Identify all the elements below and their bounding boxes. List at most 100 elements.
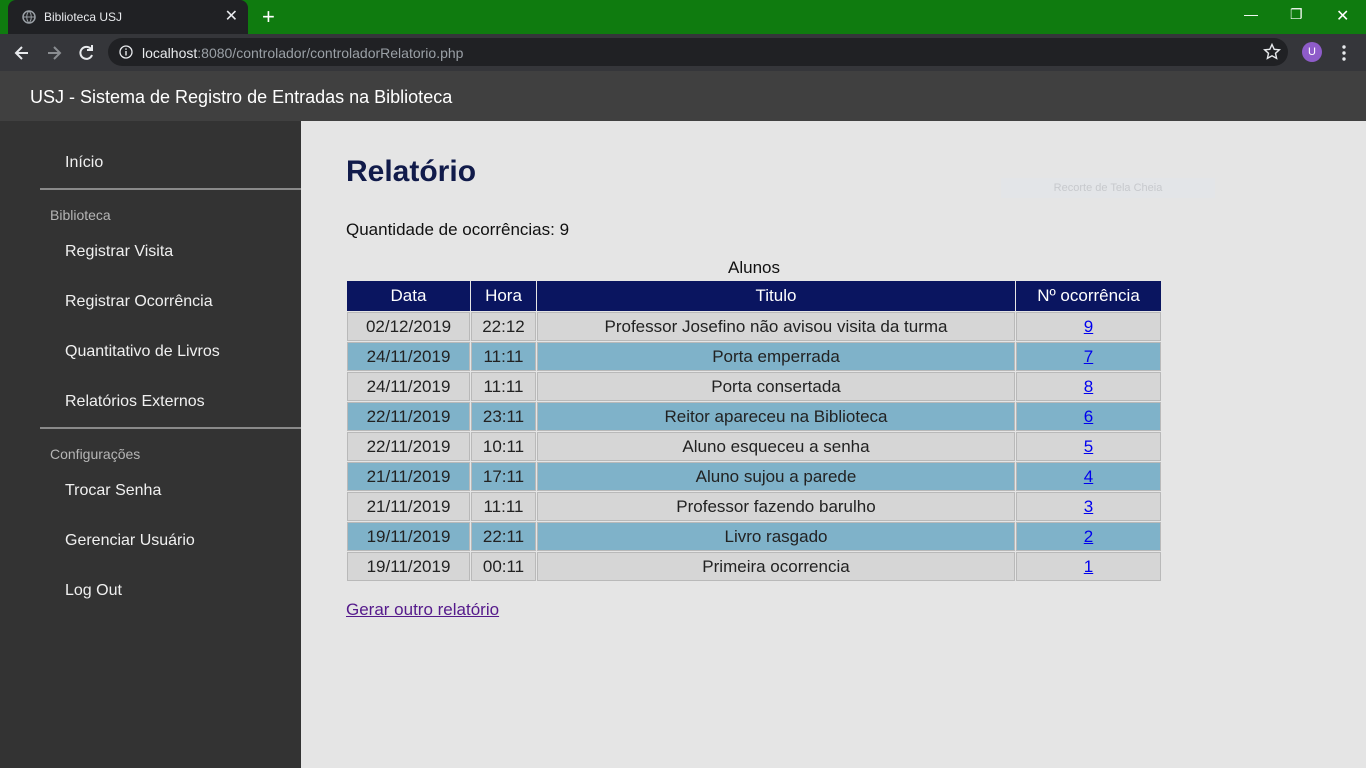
- cell-ocorrencia: 8: [1016, 372, 1161, 401]
- page-title: Relatório: [346, 155, 477, 188]
- cell-ocorrencia: 2: [1016, 522, 1161, 551]
- table-caption: Alunos: [728, 258, 780, 277]
- main-content: Relatório Recorte de Tela Cheia Quantida…: [301, 121, 1366, 768]
- cell-ocorrencia: 9: [1016, 312, 1161, 341]
- column-header-hora: Hora: [471, 281, 536, 311]
- url-text: localhost:8080/controlador/controladorRe…: [142, 45, 463, 61]
- sidebar-item-quantitativo-livros[interactable]: Quantitativo de Livros: [65, 343, 220, 361]
- cell-ocorrencia: 5: [1016, 432, 1161, 461]
- sidebar-divider: [40, 188, 301, 190]
- tab-title: Biblioteca USJ: [44, 10, 123, 24]
- cell-hora: 17:11: [471, 462, 536, 491]
- browser-tab[interactable]: Biblioteca USJ ✕: [8, 0, 248, 34]
- cell-titulo: Primeira ocorrencia: [537, 552, 1015, 581]
- avatar[interactable]: U: [1302, 42, 1322, 62]
- cell-hora: 00:11: [471, 552, 536, 581]
- cell-ocorrencia: 1: [1016, 552, 1161, 581]
- cell-titulo: Porta consertada: [537, 372, 1015, 401]
- url-path: :8080/controlador/controladorRelatorio.p…: [197, 45, 464, 61]
- cell-hora: 22:12: [471, 312, 536, 341]
- generate-other-report-link[interactable]: Gerar outro relatório: [346, 600, 499, 620]
- cell-ocorrencia: 6: [1016, 402, 1161, 431]
- table-header-row: Data Hora Titulo Nº ocorrência: [347, 281, 1161, 311]
- sidebar-item-logout[interactable]: Log Out: [65, 582, 122, 600]
- cell-titulo: Aluno esqueceu a senha: [537, 432, 1015, 461]
- cell-data: 21/11/2019: [347, 492, 470, 521]
- url-host: localhost: [142, 45, 198, 61]
- browser-tab-strip: Biblioteca USJ ✕ + — ❐ ✕: [0, 0, 1366, 34]
- kebab-menu-icon[interactable]: [1336, 43, 1352, 63]
- occurrence-link[interactable]: 6: [1084, 407, 1093, 426]
- sidebar: Início Biblioteca Registrar Visita Regis…: [0, 121, 301, 768]
- table-row: 21/11/2019 17:11 Aluno sujou a parede 4: [347, 462, 1161, 491]
- screen-clip-overlay[interactable]: Recorte de Tela Cheia: [1001, 178, 1215, 198]
- sidebar-item-registrar-ocorrencia[interactable]: Registrar Ocorrência: [65, 293, 213, 311]
- browser-toolbar: localhost:8080/controlador/controladorRe…: [0, 34, 1366, 71]
- cell-data: 22/11/2019: [347, 432, 470, 461]
- table-row: 22/11/2019 10:11 Aluno esqueceu a senha …: [347, 432, 1161, 461]
- star-icon[interactable]: [1263, 43, 1281, 61]
- occurrence-link[interactable]: 2: [1084, 527, 1093, 546]
- cell-data: 19/11/2019: [347, 522, 470, 551]
- cell-data: 22/11/2019: [347, 402, 470, 431]
- cell-data: 21/11/2019: [347, 462, 470, 491]
- cell-data: 02/12/2019: [347, 312, 470, 341]
- cell-hora: 23:11: [471, 402, 536, 431]
- cell-hora: 11:11: [471, 342, 536, 371]
- cell-data: 24/11/2019: [347, 342, 470, 371]
- sidebar-item-trocar-senha[interactable]: Trocar Senha: [65, 482, 161, 500]
- sidebar-section-biblioteca: Biblioteca: [50, 207, 111, 223]
- cell-titulo: Reitor apareceu na Biblioteca: [537, 402, 1015, 431]
- occurrence-link[interactable]: 7: [1084, 347, 1093, 366]
- occurrence-link[interactable]: 8: [1084, 377, 1093, 396]
- column-header-data: Data: [347, 281, 470, 311]
- table-row: 22/11/2019 23:11 Reitor apareceu na Bibl…: [347, 402, 1161, 431]
- sidebar-divider: [40, 427, 301, 429]
- reload-icon[interactable]: [76, 43, 96, 63]
- occurrence-link[interactable]: 1: [1084, 557, 1093, 576]
- minimize-icon[interactable]: —: [1244, 6, 1258, 22]
- occurrence-link[interactable]: 4: [1084, 467, 1093, 486]
- cell-data: 19/11/2019: [347, 552, 470, 581]
- occurrence-link[interactable]: 3: [1084, 497, 1093, 516]
- window-close-icon[interactable]: ✕: [1336, 6, 1349, 26]
- sidebar-item-gerenciar-usuario[interactable]: Gerenciar Usuário: [65, 532, 195, 550]
- cell-titulo: Porta emperrada: [537, 342, 1015, 371]
- table-row: 24/11/2019 11:11 Porta consertada 8: [347, 372, 1161, 401]
- sidebar-item-inicio[interactable]: Início: [65, 154, 103, 172]
- table-row: 02/12/2019 22:12 Professor Josefino não …: [347, 312, 1161, 341]
- back-arrow-icon[interactable]: [12, 43, 32, 63]
- sidebar-item-relatorios-externos[interactable]: Relatórios Externos: [65, 393, 205, 411]
- close-icon[interactable]: ✕: [225, 7, 238, 27]
- cell-ocorrencia: 3: [1016, 492, 1161, 521]
- occurrence-link[interactable]: 5: [1084, 437, 1093, 456]
- sidebar-section-configuracoes: Configurações: [50, 446, 141, 462]
- app-header: USJ - Sistema de Registro de Entradas na…: [0, 71, 1366, 121]
- table-row: 21/11/2019 11:11 Professor fazendo barul…: [347, 492, 1161, 521]
- info-icon[interactable]: [119, 45, 133, 59]
- occurrence-count: Quantidade de ocorrências: 9: [346, 220, 570, 239]
- plus-icon[interactable]: +: [262, 6, 275, 28]
- cell-titulo: Livro rasgado: [537, 522, 1015, 551]
- column-header-titulo: Titulo: [537, 281, 1015, 311]
- cell-data: 24/11/2019: [347, 372, 470, 401]
- cell-titulo: Aluno sujou a parede: [537, 462, 1015, 491]
- table-row: 19/11/2019 22:11 Livro rasgado 2: [347, 522, 1161, 551]
- restore-icon[interactable]: ❐: [1290, 6, 1303, 23]
- app-title[interactable]: USJ - Sistema de Registro de Entradas na…: [30, 87, 452, 108]
- cell-ocorrencia: 4: [1016, 462, 1161, 491]
- forward-arrow-icon[interactable]: [44, 43, 64, 63]
- cell-titulo: Professor fazendo barulho: [537, 492, 1015, 521]
- occurrence-link[interactable]: 9: [1084, 317, 1093, 336]
- cell-hora: 11:11: [471, 372, 536, 401]
- sidebar-item-registrar-visita[interactable]: Registrar Visita: [65, 243, 173, 261]
- column-header-ocorrencia: Nº ocorrência: [1016, 281, 1161, 311]
- table-row: 24/11/2019 11:11 Porta emperrada 7: [347, 342, 1161, 371]
- cell-hora: 11:11: [471, 492, 536, 521]
- cell-hora: 10:11: [471, 432, 536, 461]
- table-row: 19/11/2019 00:11 Primeira ocorrencia 1: [347, 552, 1161, 581]
- globe-icon: [22, 10, 36, 24]
- address-bar[interactable]: localhost:8080/controlador/controladorRe…: [108, 38, 1288, 66]
- cell-hora: 22:11: [471, 522, 536, 551]
- cell-titulo: Professor Josefino não avisou visita da …: [537, 312, 1015, 341]
